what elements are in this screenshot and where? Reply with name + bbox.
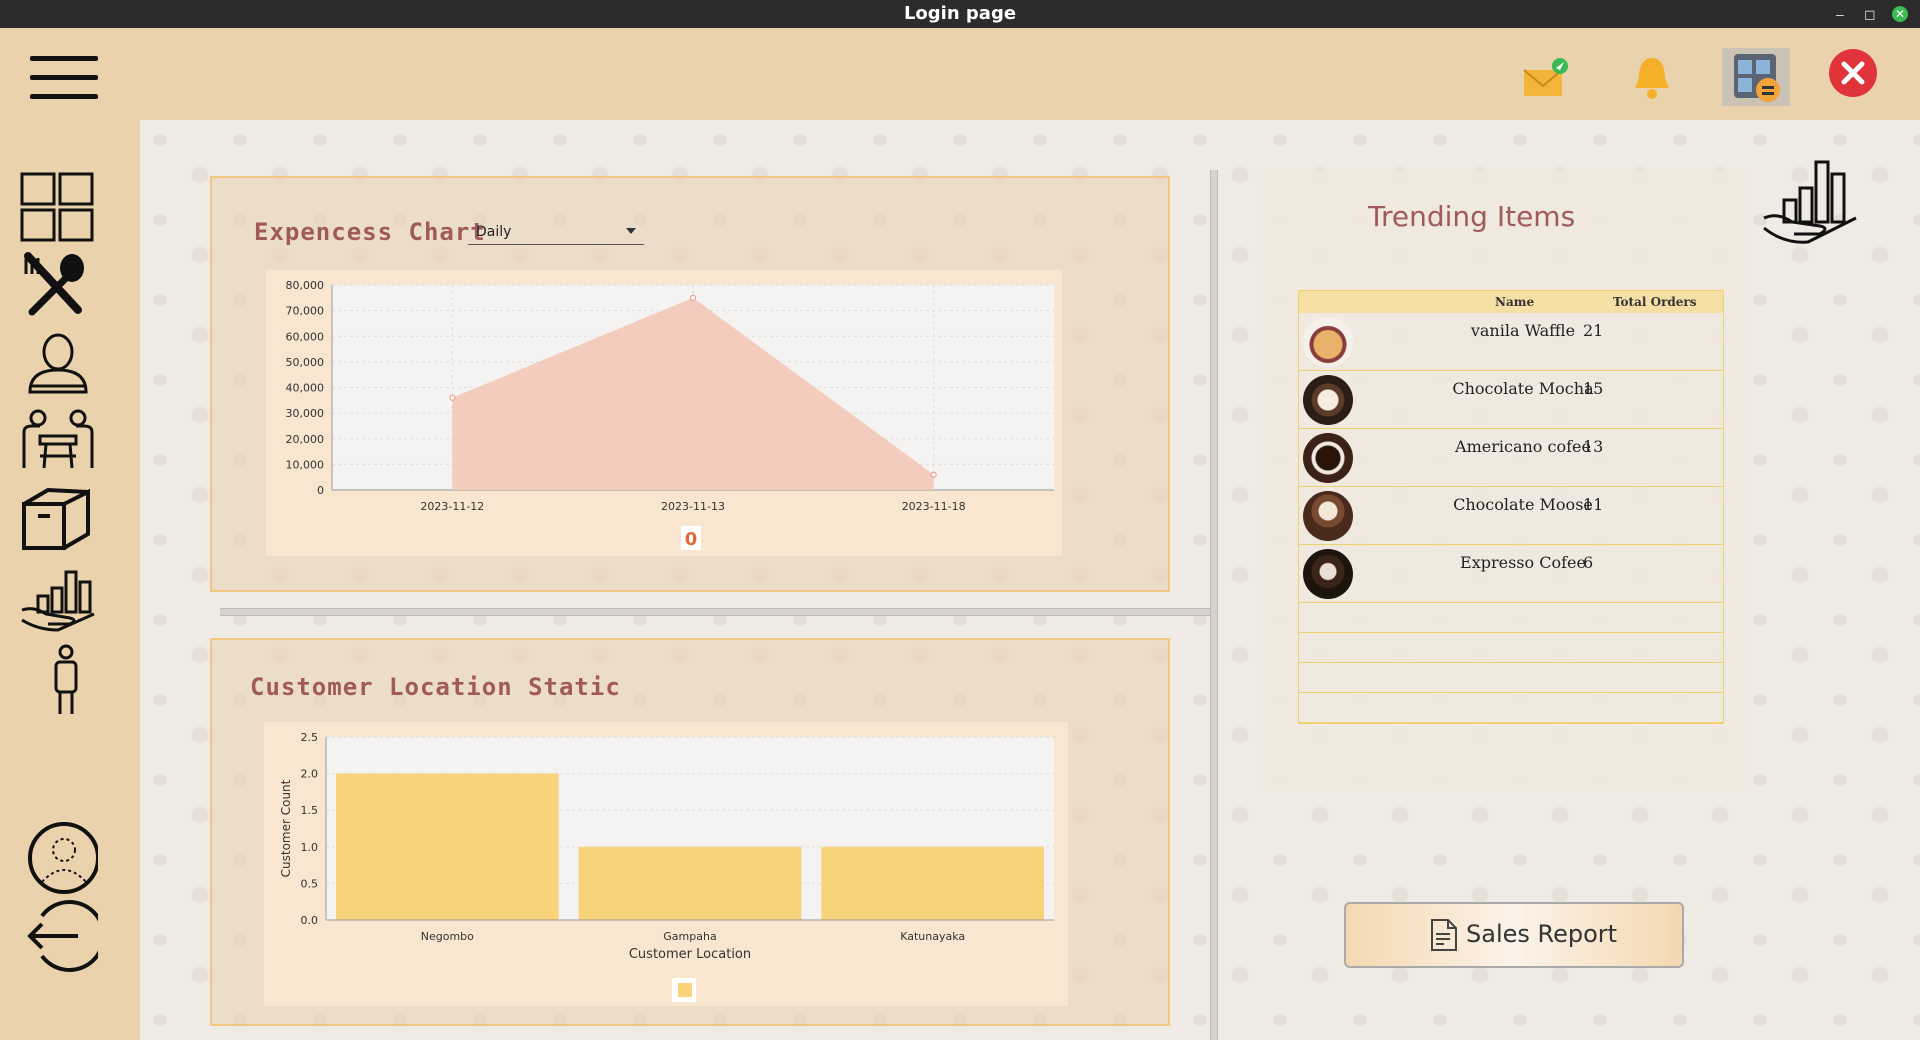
trending-title: Trending Items — [1368, 200, 1576, 233]
y-tick-label: 2.5 — [301, 731, 319, 744]
hamburger-menu-icon[interactable] — [30, 56, 98, 102]
x-tick-label: Katunayaka — [900, 930, 965, 943]
empty-row — [1299, 693, 1723, 723]
table-header: Name Total Orders — [1299, 291, 1723, 313]
data-point — [930, 471, 937, 478]
expense-area-chart: 0 10,000 20,000 30,000 40,000 50,000 60,000 70,… — [286, 279, 1054, 550]
y-axis-label: Customer Count — [279, 779, 293, 877]
profile-icon[interactable] — [18, 820, 104, 900]
food-icon[interactable] — [18, 252, 104, 332]
item-orders: 13 — [1583, 437, 1604, 456]
split-pane-divider-horizontal[interactable] — [220, 608, 1210, 616]
window-close-icon[interactable]: ✕ — [1892, 6, 1908, 22]
table-row[interactable]: Chocolate Moose 11 — [1299, 487, 1723, 545]
y-tick-label: 40,000 — [286, 382, 325, 395]
y-tick-label: 60,000 — [286, 330, 325, 343]
item-orders: 15 — [1583, 379, 1604, 398]
split-pane-divider-vertical[interactable] — [1210, 170, 1218, 1040]
bar — [578, 846, 802, 920]
expense-chart-box: 0 10,000 20,000 30,000 40,000 50,000 60,000 70,… — [266, 270, 1062, 556]
item-image-waffle — [1303, 317, 1353, 367]
x-axis-label: Customer Location — [629, 947, 751, 962]
sales-report-label: Sales Report — [1466, 920, 1618, 948]
employee-icon[interactable] — [18, 644, 104, 724]
y-tick-label: 70,000 — [286, 305, 325, 318]
sales-icon[interactable] — [18, 566, 104, 646]
table-icon[interactable] — [18, 408, 104, 488]
legend-swatch — [678, 983, 692, 997]
bar — [821, 846, 1044, 920]
y-tick-label: 80,000 — [286, 279, 325, 292]
bell-icon[interactable] — [1630, 54, 1674, 105]
data-point — [449, 394, 456, 401]
y-tick-label: 1.0 — [301, 841, 319, 854]
item-orders: 6 — [1583, 553, 1594, 572]
y-tick-label: 2.0 — [301, 768, 319, 781]
mail-icon[interactable] — [1520, 56, 1570, 105]
document-icon — [1430, 918, 1458, 958]
table-row[interactable]: vanila Waffle 21 — [1299, 313, 1723, 371]
item-image-moose — [1303, 491, 1353, 541]
y-tick-label: 0 — [317, 484, 324, 497]
y-tick-label: 30,000 — [286, 407, 325, 420]
empty-row — [1299, 633, 1723, 663]
maximize-icon[interactable]: ◻ — [1864, 0, 1876, 28]
legend-badge: 0 — [685, 529, 698, 550]
expense-chart-title: Expencess Chart — [254, 218, 486, 246]
location-chart-title: Customer Location Static — [250, 673, 621, 701]
x-tick-label: 2023-11-18 — [902, 500, 966, 513]
empty-row — [1299, 663, 1723, 693]
y-tick-label: 50,000 — [286, 356, 325, 369]
sales-report-button[interactable]: Sales Report — [1344, 902, 1684, 968]
window-titlebar: Login page — [0, 0, 1920, 28]
x-tick-label: Negombo — [421, 930, 474, 943]
bar — [336, 773, 559, 920]
period-dropdown-value: Daily — [476, 224, 512, 240]
y-tick-label: 0.0 — [301, 914, 319, 927]
x-tick-label: Gampaha — [663, 930, 716, 943]
item-name: vanila Waffle — [1470, 321, 1576, 340]
item-name: Americano cofee — [1455, 437, 1591, 456]
minimize-icon[interactable]: – — [1836, 0, 1844, 28]
table-row[interactable]: Americano cofee 13 — [1299, 429, 1723, 487]
location-bar-chart: 0.0 0.5 1.0 1.5 2.0 2.5 Negombo Gampaha Katunaya… — [279, 731, 1054, 1002]
sales-hand-icon — [1760, 154, 1860, 251]
item-orders: 21 — [1583, 321, 1604, 340]
item-image-mocha — [1303, 375, 1353, 425]
close-icon[interactable] — [1828, 48, 1878, 103]
y-tick-label: 10,000 — [286, 458, 325, 471]
table-row[interactable]: Chocolate Mocha 15 — [1299, 371, 1723, 429]
user-icon[interactable] — [18, 332, 104, 412]
period-dropdown[interactable]: Daily — [468, 222, 644, 245]
item-image-americano — [1303, 433, 1353, 483]
item-name: Chocolate Mocha — [1452, 379, 1594, 398]
item-name: Expresso Cofee — [1460, 553, 1586, 572]
y-tick-label: 0.5 — [301, 877, 319, 890]
package-icon[interactable] — [18, 482, 104, 562]
item-orders: 11 — [1583, 495, 1604, 514]
dashboard-icon[interactable] — [18, 170, 104, 250]
trending-table: Name Total Orders vanila Waffle 21 Choco… — [1298, 290, 1724, 724]
window-title: Login page — [903, 3, 1017, 24]
table-row[interactable]: Expresso Cofee 6 — [1299, 545, 1723, 603]
column-header-name: Name — [1495, 295, 1535, 309]
y-tick-label: 20,000 — [286, 433, 325, 446]
x-tick-label: 2023-11-13 — [661, 500, 725, 513]
data-point — [690, 294, 696, 301]
location-chart-box: 0.0 0.5 1.0 1.5 2.0 2.5 Negombo Gampaha Katunaya… — [264, 722, 1068, 1006]
logout-icon[interactable] — [18, 898, 106, 978]
item-name: Chocolate Moose — [1453, 495, 1593, 514]
y-tick-label: 1.5 — [301, 804, 319, 817]
column-header-total-orders: Total Orders — [1613, 295, 1697, 309]
item-image-expresso — [1303, 549, 1353, 599]
x-tick-label: 2023-11-12 — [420, 500, 484, 513]
empty-row — [1299, 603, 1723, 633]
calculator-icon[interactable] — [1722, 48, 1790, 111]
chevron-down-icon — [626, 228, 636, 234]
